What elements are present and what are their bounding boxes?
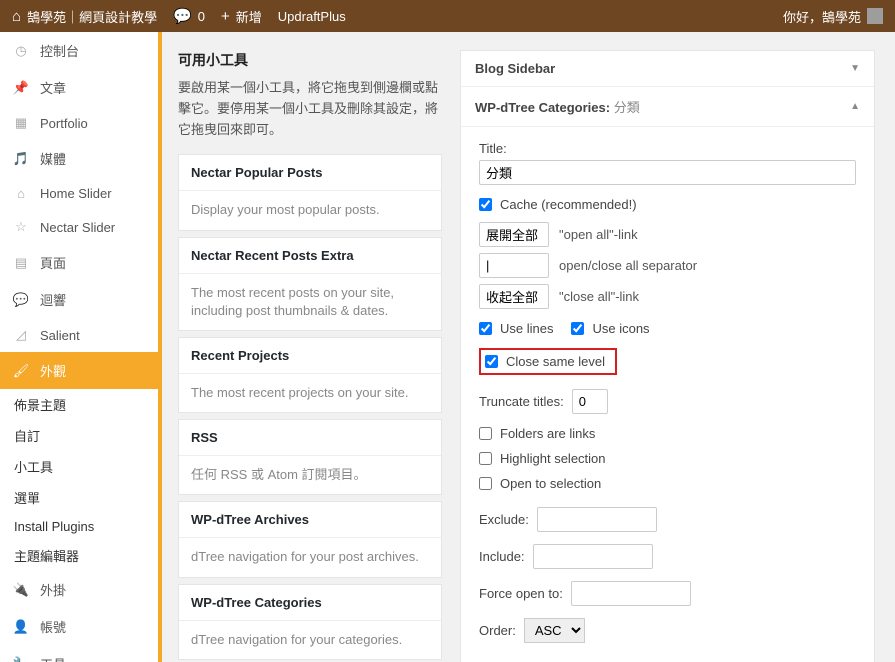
widget-desc: dTree navigation for your categories. <box>179 621 441 659</box>
plus-icon: + <box>221 8 230 25</box>
page-icon: ▤ <box>12 255 30 271</box>
chevron-up-icon: ▲ <box>850 101 860 112</box>
comment-icon: 💬 <box>12 292 30 308</box>
menu-tools[interactable]: 🔧工具 <box>0 645 160 662</box>
widget-desc: Display your most popular posts. <box>179 191 441 229</box>
widget-title: WP-dTree Archives <box>179 502 441 538</box>
submenu-themes[interactable]: 佈景主題 <box>0 389 160 420</box>
widget-form: Title: Cache (recommended!) "open all"-l… <box>461 127 874 662</box>
separator-input[interactable] <box>479 253 549 278</box>
chevron-down-icon: ▼ <box>850 63 860 74</box>
star-icon: ☆ <box>12 219 30 235</box>
cache-label: Cache (recommended!) <box>500 197 637 212</box>
media-icon: 🎵 <box>12 151 30 167</box>
submenu-appearance: 佈景主題 自訂 小工具 選單 Install Plugins 主題編輯器 <box>0 389 160 571</box>
widget-desc: The most recent posts on your site, incl… <box>179 274 441 330</box>
widget-title: RSS <box>179 420 441 456</box>
menu-dashboard[interactable]: ◷控制台 <box>0 32 160 69</box>
portfolio-icon: ▦ <box>12 115 30 131</box>
widget-desc: 任何 RSS 或 Atom 訂閱項目。 <box>179 456 441 494</box>
home-icon: ⌂ <box>12 8 21 25</box>
cache-checkbox[interactable] <box>479 198 492 211</box>
use-lines-checkbox[interactable] <box>479 322 492 335</box>
widget-desc: The most recent projects on your site. <box>179 374 441 412</box>
close-all-label: "close all"-link <box>559 289 639 304</box>
menu-comments[interactable]: 💬迴響 <box>0 281 160 318</box>
close-same-level-checkbox[interactable] <box>485 355 498 368</box>
avatar <box>867 8 883 24</box>
folders-links-checkbox[interactable] <box>479 427 492 440</box>
include-input[interactable] <box>533 544 653 569</box>
site-link[interactable]: ⌂鵠學苑｜網頁設計教學 <box>12 7 157 26</box>
force-open-input[interactable] <box>571 581 691 606</box>
howdy-link[interactable]: 你好，鵠學苑 <box>783 7 883 26</box>
widget-title: WP-dTree Categories <box>179 585 441 621</box>
salient-icon: ◿ <box>12 327 30 343</box>
widget-title: Nectar Recent Posts Extra <box>179 238 441 274</box>
comment-icon: 💬 <box>173 7 192 25</box>
new-link[interactable]: +新增 <box>221 7 262 26</box>
menu-nectar-slider[interactable]: ☆Nectar Slider <box>0 210 160 244</box>
menu-plugins[interactable]: 🔌外掛 <box>0 571 160 608</box>
available-widget[interactable]: WP-dTree ArchivesdTree navigation for yo… <box>178 501 442 577</box>
dashboard-icon: ◷ <box>12 43 30 59</box>
widget-title: Recent Projects <box>179 338 441 374</box>
available-widget[interactable]: Recent ProjectsThe most recent projects … <box>178 337 442 413</box>
available-widgets-column: 可用小工具 要啟用某一個小工具，將它拖曳到側邊欄或點擊它。要停用某一個小工具及刪… <box>162 50 442 662</box>
open-all-label: "open all"-link <box>559 227 638 242</box>
truncate-input[interactable] <box>572 389 608 414</box>
menu-posts[interactable]: 📌文章 <box>0 69 160 106</box>
available-widget[interactable]: Nectar Popular PostsDisplay your most po… <box>178 154 442 230</box>
widget-title: Nectar Popular Posts <box>179 155 441 191</box>
exclude-input[interactable] <box>537 507 657 532</box>
menu-appearance[interactable]: 🖌外觀 <box>0 352 160 389</box>
menu-home-slider[interactable]: ⌂Home Slider <box>0 177 160 210</box>
close-all-input[interactable] <box>479 284 549 309</box>
comments-link[interactable]: 💬0 <box>173 7 205 25</box>
available-widget[interactable]: RSS任何 RSS 或 Atom 訂閱項目。 <box>178 419 442 495</box>
available-widgets-heading: 可用小工具 <box>178 50 442 70</box>
user-icon: 👤 <box>12 619 30 635</box>
use-icons-checkbox[interactable] <box>571 322 584 335</box>
home-icon: ⌂ <box>12 186 30 201</box>
wrench-icon: 🔧 <box>12 656 30 662</box>
open-all-input[interactable] <box>479 222 549 247</box>
title-input[interactable] <box>479 160 856 185</box>
brush-icon: 🖌 <box>12 363 30 379</box>
close-same-level-highlight: Close same level <box>479 348 617 375</box>
highlight-selection-checkbox[interactable] <box>479 452 492 465</box>
menu-pages[interactable]: ▤頁面 <box>0 244 160 281</box>
submenu-install-plugins[interactable]: Install Plugins <box>0 513 160 540</box>
title-label: Title: <box>479 141 507 156</box>
open-to-selection-checkbox[interactable] <box>479 477 492 490</box>
blog-sidebar-panel: Blog Sidebar ▼ WP-dTree Categories: 分類 ▲… <box>460 50 875 662</box>
widget-desc: dTree navigation for your post archives. <box>179 538 441 576</box>
updraft-link[interactable]: UpdraftPlus <box>278 9 346 24</box>
menu-media[interactable]: 🎵媒體 <box>0 140 160 177</box>
sidebar-area-column: Blog Sidebar ▼ WP-dTree Categories: 分類 ▲… <box>460 50 875 662</box>
submenu-widgets[interactable]: 小工具 <box>0 451 160 482</box>
widget-instance-toggle[interactable]: WP-dTree Categories: 分類 ▲ <box>461 87 874 127</box>
menu-salient[interactable]: ◿Salient <box>0 318 160 352</box>
available-widgets-desc: 要啟用某一個小工具，將它拖曳到側邊欄或點擊它。要停用某一個小工具及刪除其設定，將… <box>178 78 442 140</box>
submenu-editor[interactable]: 主題編輯器 <box>0 540 160 571</box>
order-select[interactable]: ASC <box>524 618 585 643</box>
menu-portfolio[interactable]: ▦Portfolio <box>0 106 160 140</box>
blog-sidebar-toggle[interactable]: Blog Sidebar ▼ <box>461 51 874 87</box>
available-widget[interactable]: Nectar Recent Posts ExtraThe most recent… <box>178 237 442 331</box>
menu-users[interactable]: 👤帳號 <box>0 608 160 645</box>
available-widget[interactable]: WP-dTree CategoriesdTree navigation for … <box>178 584 442 660</box>
submenu-customize[interactable]: 自訂 <box>0 420 160 451</box>
admin-bar: ⌂鵠學苑｜網頁設計教學 💬0 +新增 UpdraftPlus 你好，鵠學苑 <box>0 0 895 32</box>
separator-label: open/close all separator <box>559 258 697 273</box>
submenu-menus[interactable]: 選單 <box>0 482 160 513</box>
pin-icon: 📌 <box>12 80 30 96</box>
admin-sidebar: ◷控制台 📌文章 ▦Portfolio 🎵媒體 ⌂Home Slider ☆Ne… <box>0 32 160 662</box>
plugin-icon: 🔌 <box>12 582 30 598</box>
